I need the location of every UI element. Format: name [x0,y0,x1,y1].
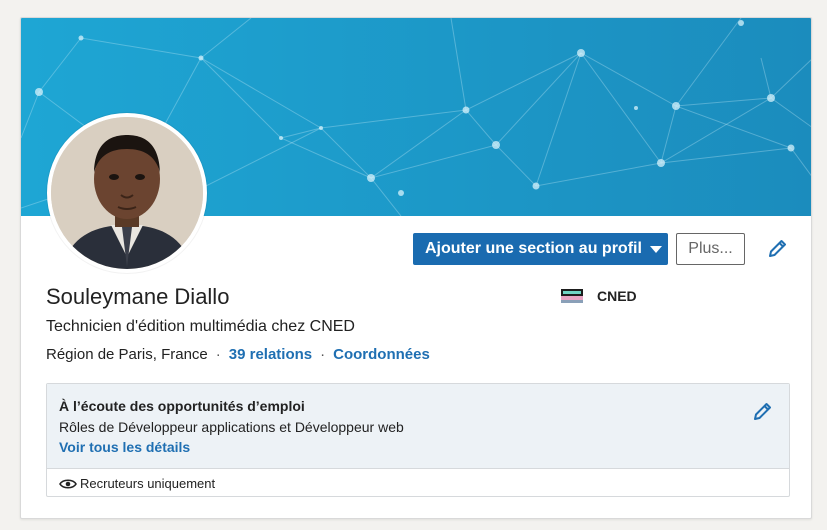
see-all-details-link[interactable]: Voir tous les détails [59,439,190,455]
visibility-label: Recruteurs uniquement [80,475,216,491]
pencil-icon[interactable] [751,401,773,423]
job-opportunities-roles: Rôles de Développeur applications et Dév… [59,419,404,435]
visibility-row: Recruteurs uniquement [47,469,789,497]
more-button[interactable]: Plus... [676,233,745,265]
add-profile-section-button[interactable]: Ajouter une section au profil [413,233,668,265]
cned-logo-icon [561,289,583,303]
separator-dot: · [320,346,326,363]
add-profile-section-label: Ajouter une section au profil [425,240,642,257]
profile-card: Ajouter une section au profil Plus... So… [20,17,812,519]
job-opportunities-panel: À l’écoute des opportunités d’emploi Rôl… [47,384,789,469]
avatar[interactable] [47,113,207,273]
profile-location: Région de Paris, France [46,346,208,363]
contact-info-link[interactable]: Coordonnées [333,346,430,363]
caret-down-icon [649,245,662,253]
profile-meta: Région de Paris, France · 39 relations ·… [46,346,430,363]
profile-headline: Technicien d'édition multimédia chez CNE… [46,318,355,335]
job-opportunities-title: À l’écoute des opportunités d’emploi [59,398,305,414]
eye-icon [59,477,77,489]
company-name: CNED [597,288,637,304]
current-company[interactable]: CNED [561,288,637,304]
page-background-top [0,0,827,16]
pencil-icon[interactable] [766,238,788,260]
relations-link[interactable]: 39 relations [229,346,312,363]
separator-dot: · [215,346,221,363]
profile-name: Souleymane Diallo [46,284,230,309]
job-opportunities-box: À l’écoute des opportunités d’emploi Rôl… [46,383,790,497]
